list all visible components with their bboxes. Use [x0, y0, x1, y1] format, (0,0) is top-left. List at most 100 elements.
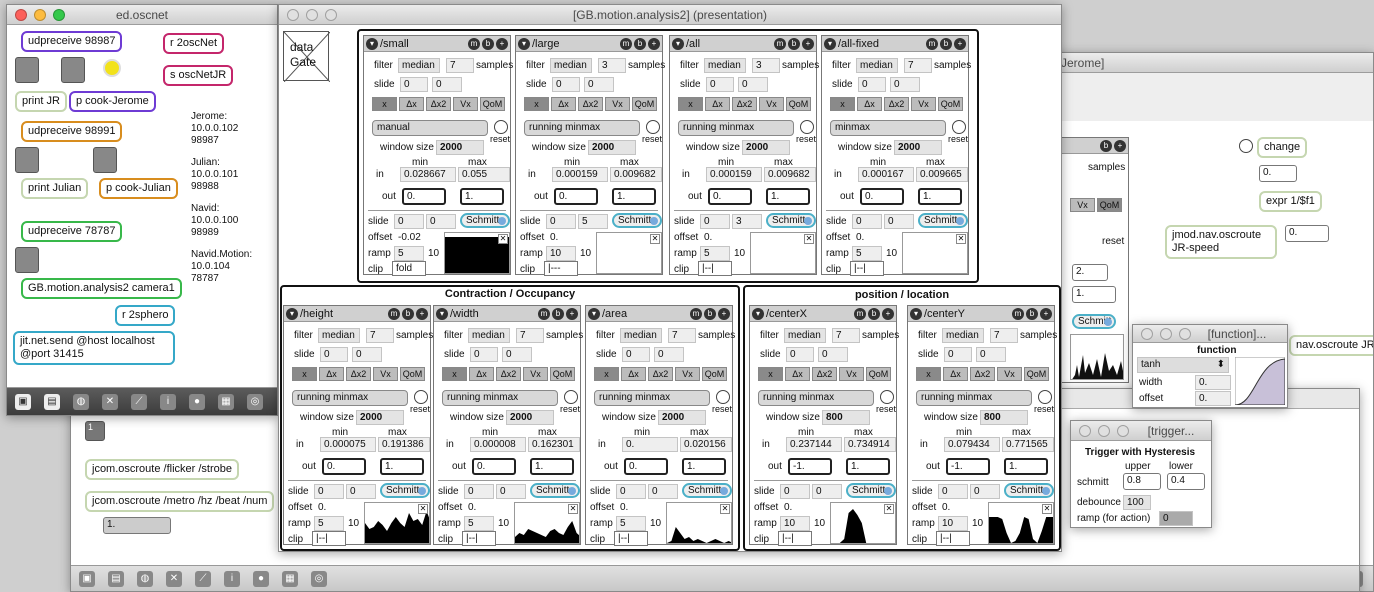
- gb-motion-object[interactable]: GB.motion.analysis2 camera1: [21, 278, 182, 299]
- slide2-up-field[interactable]: 0: [394, 214, 424, 229]
- clip-menu[interactable]: |--|: [462, 531, 496, 546]
- m-icon[interactable]: m: [690, 307, 702, 320]
- ramp-down-value[interactable]: 10: [734, 248, 745, 259]
- route-box-2[interactable]: [61, 57, 85, 83]
- plus-icon[interactable]: +: [496, 37, 508, 50]
- x-icon[interactable]: ✕: [102, 393, 118, 410]
- tab-qom[interactable]: QoM: [702, 367, 727, 381]
- x-icon[interactable]: ✕: [166, 570, 182, 587]
- tab-dx2[interactable]: Δx2: [426, 97, 451, 111]
- ramp-up-field[interactable]: 5: [464, 516, 494, 531]
- close-icon[interactable]: [1079, 425, 1091, 437]
- close-icon[interactable]: [287, 9, 299, 21]
- lock-icon[interactable]: ▣: [79, 570, 95, 587]
- filter-menu[interactable]: median: [398, 58, 440, 73]
- ramp-up-field[interactable]: 10: [938, 516, 968, 531]
- range-mode-menu[interactable]: minmax: [830, 120, 946, 136]
- plus-icon[interactable]: +: [416, 307, 428, 320]
- close-icon[interactable]: ✕: [956, 234, 966, 244]
- udpreceive-navid[interactable]: udpreceive 78787: [21, 221, 123, 242]
- samples-field[interactable]: 7: [832, 328, 860, 343]
- tab-dx2[interactable]: Δx2: [812, 367, 837, 381]
- plus-icon[interactable]: +: [566, 307, 578, 320]
- out-max-field[interactable]: 1.: [682, 458, 726, 475]
- clip-menu[interactable]: fold: [392, 261, 426, 276]
- offset-value[interactable]: 0.: [318, 502, 326, 513]
- offset-value[interactable]: 0.: [468, 502, 476, 513]
- plus-icon[interactable]: +: [802, 37, 814, 50]
- menu-icon[interactable]: ▾: [672, 37, 684, 50]
- function-titlebar[interactable]: [function]...: [1133, 325, 1287, 343]
- schmitt-toggle[interactable]: Schmitt: [380, 483, 430, 498]
- route-metro-object[interactable]: jcom.oscroute /metro /hz /beat /num: [85, 491, 275, 512]
- slide2-up-field[interactable]: 0: [546, 214, 576, 229]
- ramp-down-value[interactable]: 10: [972, 518, 983, 529]
- tab-dx2[interactable]: Δx2: [884, 97, 909, 111]
- clip-menu[interactable]: |--|: [312, 531, 346, 546]
- change-number[interactable]: 0.: [1259, 165, 1297, 182]
- route-box-5[interactable]: [15, 247, 39, 273]
- p-cook-julian[interactable]: p cook-Julian: [99, 178, 178, 199]
- out-min-field[interactable]: 0.: [860, 188, 904, 205]
- out-number[interactable]: 2.: [1072, 264, 1108, 281]
- tab-vx[interactable]: Vx: [997, 367, 1022, 381]
- out-min-field[interactable]: 0.: [402, 188, 446, 205]
- zoom-icon[interactable]: [1179, 328, 1191, 340]
- plus-icon[interactable]: +: [954, 37, 966, 50]
- slide2-down-field[interactable]: 0: [426, 214, 456, 229]
- range-mode-menu[interactable]: running minmax: [292, 390, 408, 406]
- width-field[interactable]: 0.: [1195, 375, 1231, 390]
- ramp-action-field[interactable]: 0: [1159, 511, 1193, 526]
- schmitt-toggle[interactable]: Schmitt: [1004, 483, 1054, 498]
- samples-field[interactable]: 7: [668, 328, 696, 343]
- tab-dx[interactable]: Δx: [621, 367, 646, 381]
- jit-net-send[interactable]: jit.net.send @host localhost @port 31415: [13, 331, 175, 365]
- ramp-up-field[interactable]: 5: [394, 246, 424, 261]
- out-max-field[interactable]: 1.: [1004, 458, 1048, 475]
- trigger-titlebar[interactable]: [trigger...: [1071, 421, 1211, 441]
- filter-menu[interactable]: median: [550, 58, 592, 73]
- tab-x[interactable]: x: [758, 367, 783, 381]
- more-icon[interactable]: ◎: [247, 393, 263, 410]
- m-icon[interactable]: m: [774, 37, 786, 50]
- close-icon[interactable]: ✕: [568, 504, 578, 514]
- b-icon[interactable]: b: [552, 307, 564, 320]
- minimize-icon[interactable]: [306, 9, 318, 21]
- ramp-up-field[interactable]: 5: [852, 246, 882, 261]
- reset-toggle[interactable]: [414, 390, 428, 404]
- plus-icon[interactable]: +: [1114, 139, 1126, 152]
- close-icon[interactable]: [1141, 328, 1153, 340]
- ramp-up-field[interactable]: 10: [780, 516, 810, 531]
- schmitt-toggle[interactable]: Schmitt: [460, 213, 510, 228]
- slide2-down-field[interactable]: 0: [346, 484, 376, 499]
- route-box-1[interactable]: [15, 57, 39, 83]
- clip-menu[interactable]: |--|: [614, 531, 648, 546]
- slide-up-field[interactable]: 0: [786, 347, 814, 362]
- clip-menu[interactable]: |--|: [698, 261, 732, 276]
- slide2-down-field[interactable]: 3: [732, 214, 762, 229]
- slide-down-field[interactable]: 0: [584, 77, 614, 92]
- info-icon[interactable]: i: [224, 570, 240, 587]
- slide-up-field[interactable]: 0: [622, 347, 650, 362]
- m-icon[interactable]: m: [538, 307, 550, 320]
- slide2-up-field[interactable]: 0: [314, 484, 344, 499]
- menu-icon[interactable]: ▾: [366, 37, 378, 50]
- slide2-down-field[interactable]: 0: [884, 214, 914, 229]
- tab-qom[interactable]: QoM: [400, 367, 425, 381]
- back-number[interactable]: 1.: [103, 517, 171, 534]
- out-max-field[interactable]: 1.: [612, 188, 656, 205]
- reset-toggle[interactable]: [646, 120, 660, 134]
- out-max-field[interactable]: 1.: [380, 458, 424, 475]
- slide-up-field[interactable]: 0: [944, 347, 972, 362]
- tab-qom[interactable]: QoM: [866, 367, 891, 381]
- samples-field[interactable]: 7: [446, 58, 474, 73]
- palette-icon[interactable]: ◍: [73, 393, 89, 410]
- route-speed-object[interactable]: jmod.nav.oscroute JR-speed: [1165, 225, 1277, 259]
- slide-up-field[interactable]: 0: [552, 77, 580, 92]
- offset-value[interactable]: 0.: [942, 502, 950, 513]
- slide-up-field[interactable]: 0: [400, 77, 428, 92]
- ramp-down-value[interactable]: 10: [498, 518, 509, 529]
- s-oscnetjr[interactable]: s oscNetJR: [163, 65, 234, 86]
- tab-qom[interactable]: QoM: [786, 97, 811, 111]
- window-size-field[interactable]: 2000: [742, 140, 790, 155]
